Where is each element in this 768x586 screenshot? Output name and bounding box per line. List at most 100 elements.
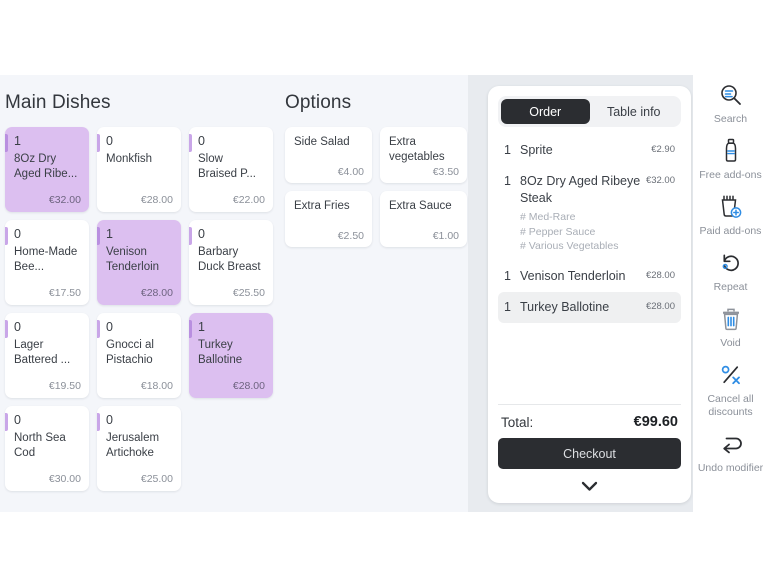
dish-tile[interactable]: 0 Slow Braised P... €22.00 [189,127,273,212]
tile-accent-bar [5,320,8,338]
order-item-price: €28.00 [645,300,675,312]
option-tile[interactable]: Side Salad €4.00 [285,127,372,183]
dish-price: €19.50 [48,380,81,392]
dish-tile[interactable]: 1 8Oz Dry Aged Ribe... €32.00 [5,127,89,212]
order-item-name: Sprite [520,143,553,157]
dish-price: €17.50 [48,287,81,299]
dish-name: 8Oz Dry Aged Ribe... [14,153,78,180]
sidebar-action-label: Void [720,337,741,349]
tile-accent-bar [189,320,192,338]
expand-order-button[interactable] [498,469,681,503]
order-panel-region: Order Table info 1 Sprite €2.90 1 8Oz Dry Age… [478,75,701,512]
chevron-down-icon [581,481,598,491]
sidebar-action-cancel-all-discounts[interactable]: Cancel all discounts [693,361,768,419]
dish-quantity: 0 [14,320,21,334]
option-price: €1.00 [432,230,459,242]
total-label: Total: [501,414,534,430]
dish-tile[interactable]: 0 Home-Made Bee... €17.50 [5,220,89,305]
tile-accent-bar [97,320,100,338]
order-item-body: Sprite [520,142,651,159]
order-item-body: 8Oz Dry Aged Ribeye Steak # Med-Rare # Pep… [520,173,646,254]
option-name: Side Salad [294,136,350,148]
order-tab[interactable]: Table info [590,99,679,124]
option-price: €2.50 [337,230,364,242]
order-item-body: Turkey Ballotine [520,299,646,316]
dish-quantity: 0 [106,413,113,427]
dish-tile[interactable]: 0 Lager Battered ... €19.50 [5,313,89,398]
option-name: Extra Fries [294,200,350,212]
order-item-list: 1 Sprite €2.90 1 8Oz Dry Aged Ribeye Steak # … [498,127,681,404]
dish-name: Monkfish [106,153,153,165]
dish-name: Lager Battered ... [14,339,71,366]
order-item-quantity: 1 [504,143,511,157]
sidebar-action-free-add-ons[interactable]: Free add-ons [693,137,768,182]
order-item-quantity: 1 [504,268,511,283]
sidebar-action-search[interactable]: Search [693,81,768,126]
dish-tile[interactable]: 0 North Sea Cod €30.00 [5,406,89,491]
cup-plus-icon [718,193,744,221]
options-title: Options [285,92,352,113]
panel-divider [468,75,478,512]
dish-quantity: 1 [198,320,205,334]
dish-quantity: 0 [106,320,113,334]
order-item-quantity: 1 [504,299,511,314]
main-dishes-column: Main Dishes 1 8Oz Dry Aged Ribe... €32.00 0… [0,75,281,512]
search-icon [719,81,743,109]
checkout-button[interactable]: Checkout [498,438,681,469]
option-tile[interactable]: Extra Fries €2.50 [285,191,372,247]
dish-price: €32.00 [48,194,81,206]
order-item-price: €2.90 [651,144,675,155]
percent-cancel-icon [719,361,743,389]
dish-tile[interactable]: 0 Gnocci al Pistachio €18.00 [97,313,181,398]
order-item-modifier: # Various Vegetables [520,240,619,252]
dish-name: Gnocci al Pistachio [106,339,154,366]
order-item-modifier: # Med-Rare [520,211,576,223]
dish-tile[interactable]: 0 Jerusalem Artichoke €25.00 [97,406,181,491]
dish-name: Jerusalem Artichoke [106,432,160,459]
dish-price: €30.00 [48,473,81,485]
action-sidebar: Search Free add-ons Paid add-ons Repeat Void… [693,75,768,512]
dish-price: €28.00 [140,287,173,299]
option-tile[interactable]: Extra vegetables €3.50 [380,127,467,183]
dish-quantity: 0 [14,413,21,427]
option-grid: Side Salad €4.00 Extra vegetables €3.50 Extr… [281,127,468,247]
dish-price: €22.00 [232,194,265,206]
dish-tile[interactable]: 1 Venison Tenderloin €28.00 [97,220,181,305]
sidebar-action-undo-modifier[interactable]: Undo modifier [693,430,768,475]
total-value: €99.60 [633,414,678,430]
tile-accent-bar [5,134,8,152]
order-item[interactable]: 1 8Oz Dry Aged Ribeye Steak # Med-Rare # Pe… [498,166,681,261]
order-item[interactable]: 1 Turkey Ballotine €28.00 [498,291,681,323]
order-tab[interactable]: Order [501,99,590,124]
option-price: €3.50 [432,166,459,178]
order-item-body: Venison Tenderloin [520,268,646,285]
dish-price: €25.00 [140,473,173,485]
dish-name: Barbary Duck Breast [198,246,261,273]
order-item[interactable]: 1 Venison Tenderloin €28.00 [498,261,681,292]
dish-tile[interactable]: 1 Turkey Ballotine €28.00 [189,313,273,398]
dish-name: Venison Tenderloin [106,246,160,273]
dish-price: €28.00 [140,194,173,206]
sidebar-action-label: Paid add-ons [699,225,762,237]
sidebar-action-void[interactable]: Void [693,305,768,350]
order-item-name: Turkey Ballotine [520,299,610,314]
dish-quantity: 0 [14,227,21,241]
dish-quantity: 0 [198,227,205,241]
workspace: Main Dishes 1 8Oz Dry Aged Ribe... €32.00 0… [0,75,768,512]
dish-price: €25.50 [232,287,265,299]
dish-price: €18.00 [140,380,173,392]
tile-accent-bar [5,413,8,431]
order-item-name: 8Oz Dry Aged Ribeye Steak [520,174,641,205]
order-item-modifiers: # Med-Rare # Pepper Sauce # Various Vegeta… [520,210,642,254]
dish-tile[interactable]: 0 Monkfish €28.00 [97,127,181,212]
option-tile[interactable]: Extra Sauce €1.00 [380,191,467,247]
dish-tile[interactable]: 0 Barbary Duck Breast €25.50 [189,220,273,305]
tile-accent-bar [189,227,192,245]
dish-quantity: 1 [14,134,21,148]
sidebar-action-repeat[interactable]: Repeat [693,249,768,294]
sidebar-action-paid-add-ons[interactable]: Paid add-ons [693,193,768,238]
sidebar-action-label: Search [713,113,748,125]
tile-accent-bar [97,227,100,245]
order-item[interactable]: 1 Sprite €2.90 [498,135,681,166]
tile-accent-bar [189,134,192,152]
